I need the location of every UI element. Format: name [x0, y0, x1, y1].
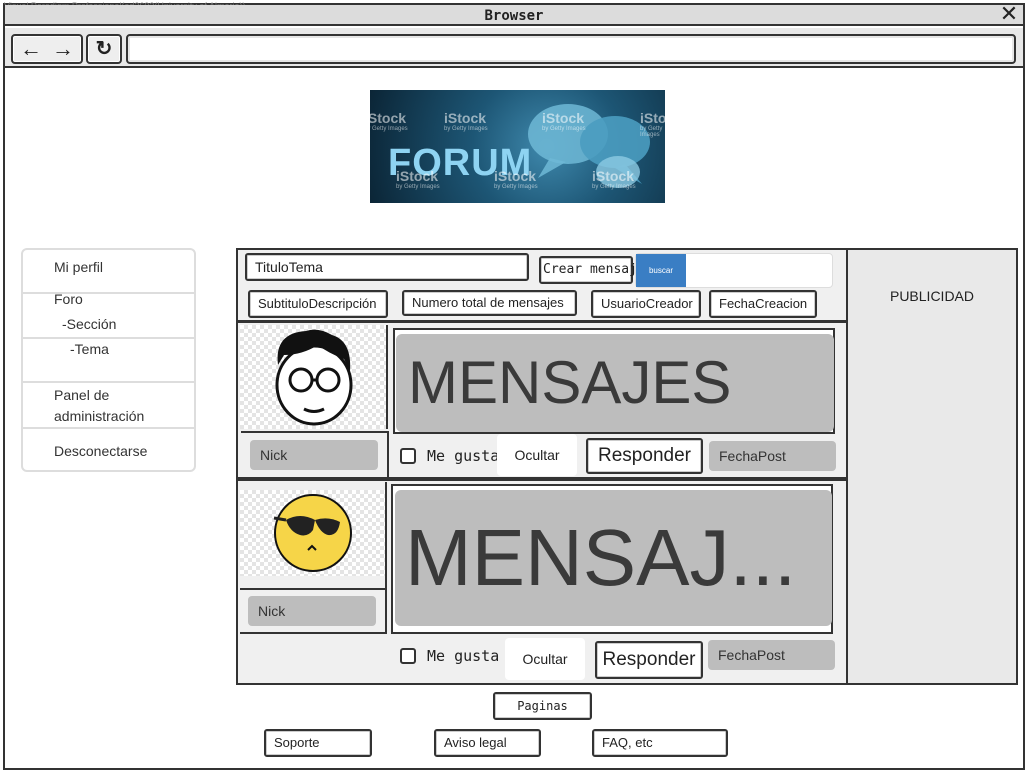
logo-watermark-sub: by Getty Images	[592, 184, 636, 190]
sidebar-divider	[23, 427, 194, 429]
topic-creator: UsuarioCreador	[591, 290, 701, 318]
search-button[interactable]: buscar	[636, 254, 686, 287]
logo-watermark: iStock	[370, 110, 407, 126]
close-icon[interactable]: ✕	[998, 3, 1020, 25]
logo-watermark-sub: by Getty Images	[494, 184, 538, 190]
create-message-button[interactable]: Crear mensaje	[539, 256, 645, 284]
address-bar-input[interactable]	[126, 34, 1016, 64]
footer-link-faq[interactable]: FAQ, etc	[592, 729, 728, 757]
search-input[interactable]	[688, 256, 828, 284]
advertising-label: PUBLICIDAD	[889, 288, 975, 304]
window-title: Browser	[484, 8, 544, 24]
post-date: FechaPost	[708, 640, 835, 670]
sidebar-item-mi-perfil[interactable]: Mi perfil	[54, 257, 103, 278]
post-divider	[385, 482, 387, 634]
logo-watermark: iStock	[396, 168, 439, 184]
sunglasses-smiley-avatar-icon	[273, 494, 352, 572]
post-message: MENSAJES	[396, 334, 834, 432]
forward-arrow-icon[interactable]: →	[48, 34, 78, 64]
sidebar-item-panel[interactable]: Panel de	[54, 385, 109, 406]
glasses-man-avatar-icon	[275, 329, 353, 426]
logo-watermark-sub: by Getty Images	[396, 184, 440, 190]
sidebar-item-tema[interactable]: -Tema	[70, 339, 109, 360]
logo-watermark-sub: by Getty Images	[370, 126, 408, 132]
sidebar-divider	[23, 381, 194, 383]
post-nick: Nick	[250, 440, 378, 470]
topic-subtitle: SubtituloDescripción	[248, 290, 388, 318]
sidebar-item-foro[interactable]: Foro	[54, 289, 83, 310]
topic-title-field[interactable]: TituloTema	[245, 253, 529, 281]
topic-created-at: FechaCreacion	[709, 290, 817, 318]
hide-button[interactable]: Ocultar	[505, 638, 585, 680]
logo-watermark: iStock	[494, 168, 537, 184]
avatar	[240, 325, 388, 429]
topic-total-messages: Numero total de mensajes	[402, 290, 577, 316]
logo-watermark: iStock	[542, 110, 585, 126]
like-label: Me gusta	[427, 447, 500, 465]
post-divider	[387, 431, 389, 477]
like-checkbox[interactable]	[400, 448, 416, 464]
sidebar-menu	[21, 248, 196, 472]
post-separator	[238, 477, 846, 481]
logo-watermark-sub: by Getty Images	[640, 126, 663, 138]
post-divider	[240, 588, 386, 590]
logo-watermark-sub: by Getty Images	[542, 126, 586, 132]
footer-link-soporte[interactable]: Soporte	[264, 729, 372, 757]
reply-button[interactable]: Responder	[595, 641, 703, 679]
sidebar-item-desconectarse[interactable]: Desconectarse	[54, 441, 147, 462]
avatar	[240, 490, 386, 576]
post-date: FechaPost	[709, 441, 836, 471]
post-divider	[240, 632, 386, 634]
hide-button[interactable]: Ocultar	[497, 434, 577, 476]
sidebar-item-administracion[interactable]: administración	[54, 406, 144, 427]
footer-link-aviso-legal[interactable]: Aviso legal	[434, 729, 541, 757]
post-divider	[241, 431, 388, 433]
post-message: MENSAJ...	[395, 490, 832, 626]
topic-header-separator	[238, 320, 846, 323]
pagination-button[interactable]: Paginas	[493, 692, 592, 720]
sidebar-divider	[23, 292, 194, 294]
logo-watermark-sub: by Getty Images	[444, 126, 488, 132]
post-nick: Nick	[248, 596, 376, 626]
advertising-panel	[846, 248, 1018, 685]
reply-button[interactable]: Responder	[586, 438, 703, 474]
logo-watermark: iStock	[640, 110, 665, 126]
sidebar-item-seccion[interactable]: -Sección	[62, 314, 116, 335]
like-checkbox[interactable]	[400, 648, 416, 664]
logo-watermark: iStock	[444, 110, 487, 126]
back-arrow-icon[interactable]: ←	[16, 34, 46, 64]
reload-icon: ↻	[95, 38, 113, 60]
forum-logo-image: iStockby Getty Images iStockby Getty Ima…	[370, 90, 665, 203]
logo-watermark: iStock	[592, 168, 635, 184]
like-label: Me gusta	[427, 647, 500, 665]
